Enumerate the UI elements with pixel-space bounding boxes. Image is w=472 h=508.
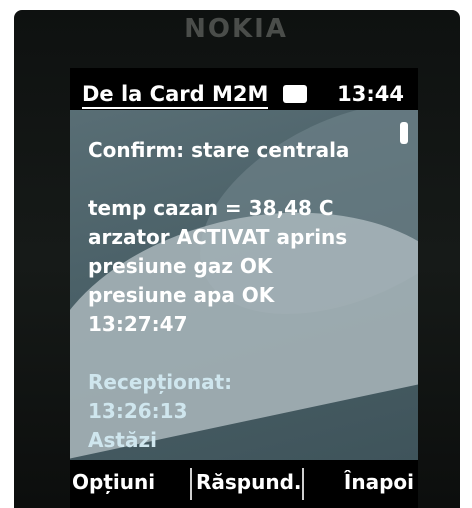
softkey-divider: [190, 468, 192, 500]
clock: 13:44: [337, 82, 404, 106]
message-line: presiune apa OK: [88, 283, 275, 307]
message-line: temp cazan = 38,48 C: [88, 196, 334, 220]
message-line: presiune gaz OK: [88, 254, 273, 278]
reply-softkey[interactable]: Răspund.: [196, 470, 302, 494]
options-softkey[interactable]: Opțiuni: [72, 470, 155, 494]
softkey-divider: [302, 468, 304, 500]
message-line: 13:27:47: [88, 312, 188, 336]
message-icon: [283, 85, 307, 103]
scrollbar-thumb[interactable]: [400, 122, 408, 144]
message-line: Confirm: stare centrala: [88, 138, 350, 162]
scrollbar[interactable]: [400, 122, 408, 458]
received-time: 13:26:13: [88, 399, 188, 423]
brand-logo: NOKIA: [184, 14, 288, 44]
softkey-bar: Opțiuni Răspund. Înapoi: [70, 460, 418, 508]
phone-screen: De la Card M2M 13:44 Confirm: stare cent…: [70, 68, 418, 460]
message-sender: De la Card M2M: [82, 82, 269, 109]
received-day: Astăzi: [88, 428, 157, 452]
status-bar: De la Card M2M 13:44: [70, 68, 418, 110]
message-body: Confirm: stare centrala temp cazan = 38,…: [88, 136, 398, 455]
received-label: Recepționat:: [88, 370, 233, 394]
message-line: arzator ACTIVAT aprins: [88, 225, 348, 249]
back-softkey[interactable]: Înapoi: [344, 470, 414, 494]
